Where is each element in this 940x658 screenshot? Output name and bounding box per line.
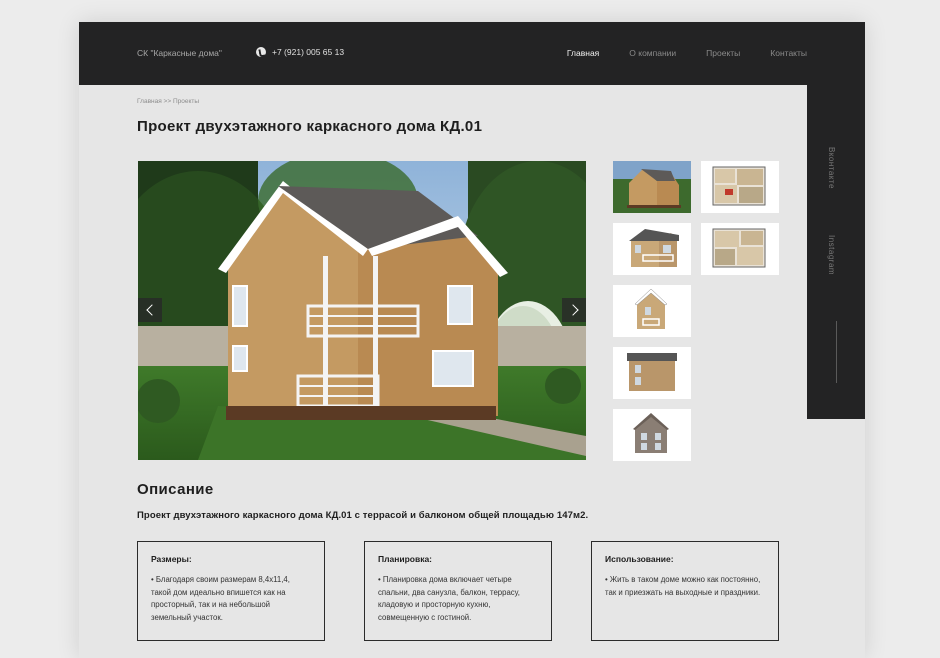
page-frame: СК "Каркасные дома" +7 (921) 005 65 13 Г… [79,22,865,658]
nav-item-projects[interactable]: Проекты [706,48,740,58]
page-title: Проект двухэтажного каркасного дома КД.0… [137,118,483,135]
phone-icon [256,47,266,57]
thumbnail-house-render[interactable] [613,161,691,213]
nav-item-about[interactable]: О компании [629,48,676,58]
thumbnail-facade-back[interactable] [613,347,691,399]
thumbnail-facade-side-2[interactable] [613,409,691,461]
thumbnail-facade-side[interactable] [613,285,691,337]
card-text: • Планировка дома включает четыре спальн… [378,575,520,622]
vk-link[interactable]: Вконтакте [827,147,836,189]
house-render-image [138,161,586,460]
slider-next-arrow[interactable] [562,298,586,322]
nav-item-contacts[interactable]: Контакты [770,48,807,58]
info-card-usage: Использование: • Жить в таком доме можно… [591,541,779,641]
card-text: • Жить в таком доме можно как постоянно,… [605,575,761,597]
slider-prev-arrow[interactable] [138,298,162,322]
instagram-link[interactable]: Instagram [827,235,836,275]
phone-contact[interactable]: +7 (921) 005 65 13 [256,47,344,57]
info-card-dimensions: Размеры: • Благодаря своим размерам 8,4х… [137,541,325,641]
nav-item-home[interactable]: Главная [567,48,599,58]
info-card-layout: Планировка: • Планировка дома включает ч… [364,541,552,641]
description-heading: Описание [137,481,214,498]
card-text: • Благодаря своим размерам 8,4х11,4, так… [151,575,290,622]
thumbnail-floor-plan-2[interactable] [701,223,779,275]
card-title: Использование: [605,554,674,564]
sidebar-divider [836,321,837,383]
main-nav: Главная О компании Проекты Контакты [567,48,807,58]
thumbnail-facade-front[interactable] [613,223,691,275]
description-lead: Проект двухэтажного каркасного дома КД.0… [137,510,589,521]
main-image-slider[interactable] [138,161,586,460]
breadcrumb[interactable]: Главная >> Проекты [137,98,199,105]
brand-name[interactable]: СК "Каркасные дома" [137,48,222,58]
header: СК "Каркасные дома" +7 (921) 005 65 13 Г… [79,22,865,85]
phone-number[interactable]: +7 (921) 005 65 13 [272,47,344,57]
card-title: Планировка: [378,554,433,564]
card-title: Размеры: [151,554,192,564]
social-sidebar: Вконтакте Instagram [807,85,865,419]
thumbnail-floor-plan-1[interactable] [701,161,779,213]
